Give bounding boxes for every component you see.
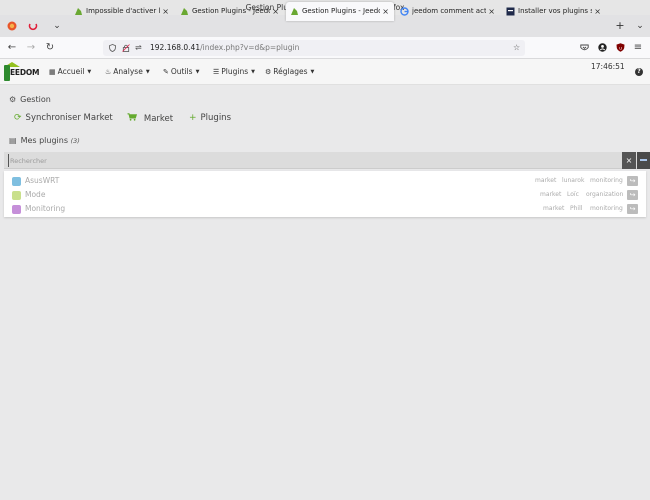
- caret-down-icon: ▼: [87, 69, 92, 75]
- mes-plugins-title: ▤ Mes plugins (3): [9, 136, 80, 145]
- gears-icon: ⚙: [265, 68, 272, 76]
- share-arrow-icon[interactable]: ↪: [627, 204, 638, 214]
- jeedom-logo[interactable]: EEDOM: [4, 62, 40, 82]
- wrench-icon: ✎: [163, 68, 169, 76]
- hamburger-menu-icon[interactable]: ≡: [630, 37, 646, 59]
- list-icon: ☰: [213, 68, 220, 76]
- plugin-category: monitoring: [590, 205, 623, 212]
- tab-3-active[interactable]: Gestion Plugins - Jeedom ×: [286, 2, 394, 21]
- caret-down-icon: ▼: [251, 69, 256, 75]
- close-tab-icon[interactable]: ×: [272, 2, 279, 21]
- analysis-icon: ♨: [105, 68, 112, 76]
- pocket-icon[interactable]: [576, 37, 592, 59]
- collapse-toggle-button[interactable]: [637, 152, 650, 169]
- google-favicon-icon: [400, 7, 409, 16]
- bookmark-star-icon[interactable]: ☆: [513, 40, 520, 56]
- account-icon[interactable]: [594, 37, 610, 59]
- search-bar: ×: [4, 152, 650, 169]
- menu-accueil[interactable]: ▦ Accueil ▼: [49, 59, 91, 85]
- caret-down-icon: ▼: [195, 69, 200, 75]
- url-text[interactable]: 192.168.0.41/index.php?v=d&p=plugin: [150, 40, 299, 56]
- new-tab-button[interactable]: +: [611, 15, 629, 37]
- tab-4[interactable]: jeedom comment activer ×: [396, 2, 500, 21]
- minus-icon: [640, 159, 647, 161]
- caret-down-icon: ▼: [145, 69, 150, 75]
- gestion-title: ⚙ Gestion: [9, 95, 51, 104]
- list-icon: ▤: [9, 136, 17, 145]
- add-plugin-button[interactable]: + Plugins: [189, 113, 231, 123]
- clock: 17:46:51: [591, 62, 625, 71]
- jeedom-navbar: EEDOM ▦ Accueil ▼ ♨ Analyse ▼ ✎ Outils ▼ ☰ Plug…: [0, 59, 650, 85]
- plugin-author: Loïc: [567, 191, 579, 198]
- sync-icon: ⟳: [14, 113, 22, 123]
- plugin-author: Phill: [570, 205, 583, 212]
- ublock-extension-icon[interactable]: u: [612, 37, 628, 59]
- search-input[interactable]: [8, 154, 613, 167]
- mode-plugin-icon: [12, 191, 21, 200]
- plugin-author: lunarok: [562, 177, 585, 184]
- plugin-source: market: [535, 177, 557, 184]
- url-path: /index.php?v=d&p=plugin: [200, 43, 300, 52]
- permissions-icon[interactable]: ⇌: [135, 40, 142, 56]
- tab-5[interactable]: Installer vos plugins sur Je ×: [502, 2, 606, 21]
- menu-outils[interactable]: ✎ Outils ▼: [163, 59, 199, 85]
- caret-down-icon: ▼: [310, 69, 315, 75]
- share-arrow-icon[interactable]: ↪: [627, 176, 638, 186]
- plugin-category: monitoring: [590, 177, 623, 184]
- share-arrow-icon[interactable]: ↪: [627, 190, 638, 200]
- url-bar[interactable]: ⇌ 192.168.0.41/index.php?v=d&p=plugin ☆: [103, 40, 525, 56]
- plugin-source: market: [540, 191, 562, 198]
- plus-icon: +: [189, 113, 197, 123]
- asuswrt-plugin-icon: [12, 177, 21, 186]
- clear-search-button[interactable]: ×: [622, 152, 636, 169]
- plugin-source: market: [543, 205, 565, 212]
- cart-icon: [127, 113, 140, 124]
- svg-text:u: u: [619, 46, 622, 51]
- back-arrow-icon[interactable]: ←: [4, 37, 20, 59]
- plugin-list: AsusWRT market lunarok monitoring ↪ Mode…: [4, 171, 646, 217]
- close-tab-icon[interactable]: ×: [594, 2, 601, 21]
- reload-icon[interactable]: ↻: [42, 37, 58, 59]
- jeedom-favicon-icon: [291, 8, 298, 15]
- plugin-count: (3): [70, 137, 80, 145]
- dashboard-icon: ▦: [49, 68, 56, 76]
- close-tab-icon[interactable]: ×: [488, 2, 495, 21]
- plugin-row-mode[interactable]: Mode market Loïc organization ↪: [4, 189, 646, 202]
- pocket-tab-icon[interactable]: [24, 15, 42, 37]
- sync-market-button[interactable]: ⟳ Synchroniser Market: [14, 113, 113, 123]
- url-host: 192.168.0.41: [150, 43, 201, 52]
- plugin-category: organization: [586, 191, 624, 198]
- market-button[interactable]: Market: [127, 113, 173, 124]
- site-favicon-icon: [506, 7, 515, 16]
- menu-reglages[interactable]: ⚙ Réglages ▼: [265, 59, 314, 85]
- menu-analyse[interactable]: ♨ Analyse ▼: [105, 59, 150, 85]
- help-icon[interactable]: ?: [635, 68, 643, 76]
- tab-list-chevron-icon[interactable]: ⌄: [631, 15, 649, 37]
- menu-plugins[interactable]: ☰ Plugins ▼: [213, 59, 255, 85]
- forward-arrow-icon[interactable]: →: [23, 37, 39, 59]
- tab-1[interactable]: Impossible d'activer les pl ×: [70, 2, 174, 21]
- plugin-row-asuswrt[interactable]: AsusWRT market lunarok monitoring ↪: [4, 175, 646, 188]
- firefox-view-icon[interactable]: [3, 15, 21, 37]
- navigation-toolbar: ← → ↻ ⇌ 192.168.0.41/index.php?v=d&p=plu…: [0, 37, 650, 59]
- insecure-lock-icon[interactable]: [122, 40, 130, 58]
- jeedom-favicon-icon: [181, 8, 188, 15]
- plugin-row-monitoring[interactable]: Monitoring market Phill monitoring ↪: [4, 203, 646, 216]
- close-tab-icon[interactable]: ×: [382, 2, 389, 21]
- jeedom-favicon-icon: [75, 8, 82, 15]
- gear-icon: ⚙: [9, 95, 17, 104]
- shield-icon[interactable]: [109, 40, 116, 58]
- monitoring-plugin-icon: [12, 205, 21, 214]
- close-tab-icon[interactable]: ×: [162, 2, 169, 21]
- chevron-down-icon[interactable]: ⌄: [48, 15, 66, 37]
- tab-2[interactable]: Gestion Plugins - Jeedom ×: [176, 2, 284, 21]
